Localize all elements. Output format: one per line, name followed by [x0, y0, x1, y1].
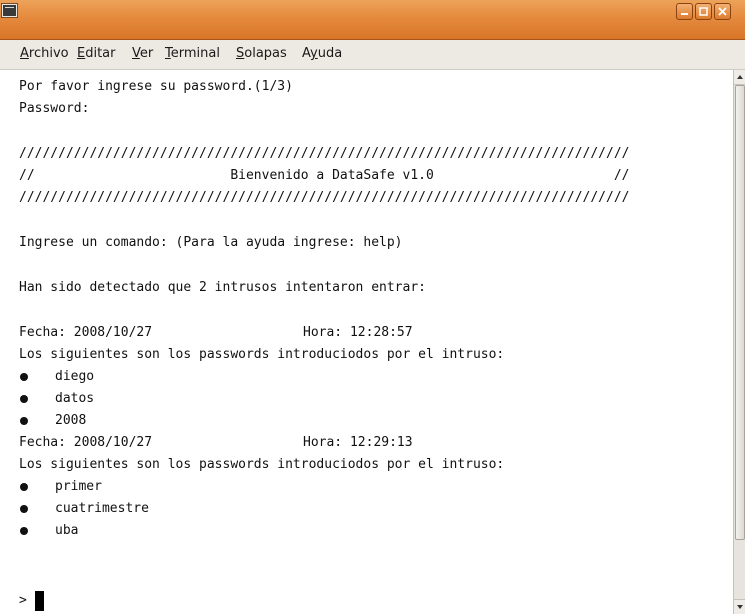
bullet-icon: [20, 417, 28, 425]
intrusion-passwords-intro: Los siguientes son los passwords introdu…: [19, 347, 505, 362]
menu-archivo[interactable]: Archivo: [20, 46, 69, 61]
password-item: 2008: [55, 413, 87, 428]
bullet-icon: [20, 373, 28, 381]
menu-ayuda-label: uda: [317, 46, 343, 61]
menu-editar-mnemonic: E: [77, 46, 86, 61]
title-bar[interactable]: [0, 0, 745, 40]
password-item: cuatrimestre: [55, 501, 149, 516]
maximize-button[interactable]: [695, 3, 712, 20]
banner-title-line: // Bienvenido a DataSafe v1.0 //: [19, 168, 630, 183]
terminal-output[interactable]: Por favor ingrese su password.(1/3) Pass…: [0, 70, 733, 614]
menu-ayuda-prefix: A: [302, 46, 311, 61]
shell-prompt: >: [19, 593, 27, 608]
minimize-icon: [681, 13, 688, 15]
bullet-icon: [20, 395, 28, 403]
menu-solapas[interactable]: Solapas: [236, 46, 287, 61]
intrusion-time: Hora: 12:28:57: [303, 325, 413, 340]
menu-terminal[interactable]: Terminal: [165, 46, 220, 61]
menu-editar[interactable]: Editar: [77, 46, 116, 61]
password-item: diego: [55, 369, 95, 384]
text-cursor: [35, 591, 44, 611]
close-button[interactable]: [714, 3, 731, 20]
intrusion-time: Hora: 12:29:13: [303, 435, 413, 450]
menu-bar: Archivo Editar Ver Terminal Solapas Ayud…: [0, 40, 745, 70]
bullet-icon: [20, 527, 28, 535]
menu-terminal-label: erminal: [170, 46, 220, 61]
terminal-app-icon[interactable]: [2, 4, 17, 17]
scrollbar-thumb[interactable]: [735, 85, 745, 540]
bullet-icon: [20, 483, 28, 491]
menu-ver[interactable]: Ver: [132, 46, 153, 61]
command-prompt-line: Ingrese un comando: (Para la ayuda ingre…: [19, 235, 403, 250]
menu-archivo-label: rchivo: [28, 46, 69, 61]
maximize-icon: [699, 7, 708, 16]
minimize-button[interactable]: [676, 3, 693, 20]
menu-solapas-label: olapas: [244, 46, 287, 61]
close-icon: [718, 7, 727, 16]
password-label-line: Password:: [19, 101, 90, 116]
intrusion-date: Fecha: 2008/10/27: [19, 435, 153, 450]
intrusion-passwords-intro: Los siguientes son los passwords introdu…: [19, 457, 505, 472]
intrusion-summary-line: Han sido detectado que 2 intrusos intent…: [19, 280, 426, 295]
banner-border-bottom: ////////////////////////////////////////…: [19, 190, 630, 205]
password-prompt-line: Por favor ingrese su password.(1/3): [19, 79, 293, 94]
menu-ayuda[interactable]: Ayuda: [302, 46, 342, 61]
intrusion-date: Fecha: 2008/10/27: [19, 325, 153, 340]
menu-ver-mnemonic: V: [132, 46, 140, 61]
password-item: datos: [55, 391, 95, 406]
menu-ver-label: er: [139, 46, 154, 61]
scroll-down-arrow-icon[interactable]: [734, 599, 745, 614]
password-item: primer: [55, 479, 102, 494]
menu-editar-label: ditar: [85, 46, 116, 61]
bullet-icon: [20, 505, 28, 513]
password-item: uba: [55, 523, 79, 538]
terminal-window: Archivo Editar Ver Terminal Solapas Ayud…: [0, 0, 745, 614]
scroll-up-arrow-icon[interactable]: [734, 70, 745, 85]
banner-border-top: ////////////////////////////////////////…: [19, 146, 630, 161]
menu-archivo-mnemonic: A: [20, 46, 29, 61]
menu-ayuda-mnemonic: y: [310, 46, 318, 61]
vertical-scrollbar[interactable]: [733, 70, 745, 614]
